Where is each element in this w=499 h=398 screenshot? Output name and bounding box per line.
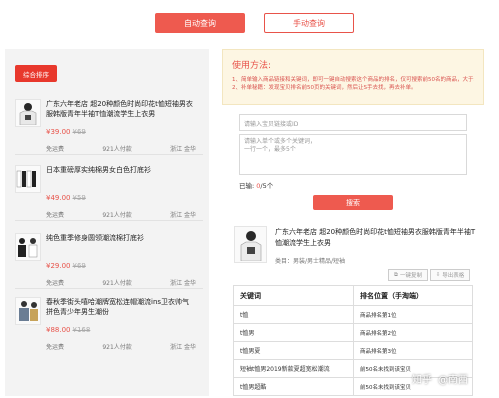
result-category: 类目：男装/男士精品/短袖 — [275, 258, 346, 265]
list-item[interactable]: 日本重磅厚实纯棉男女白色打底衫 ¥49.00 ¥59 免运费 921人付款 浙江 … — [15, 165, 203, 225]
original-price: ¥69 — [72, 128, 86, 136]
table-row: t恤男 商品排名第2位 — [233, 323, 473, 342]
buyers-text: 921人付款 — [102, 344, 132, 351]
keyword-cell: t恤 — [233, 305, 354, 324]
result-product-thumbnail — [234, 226, 267, 263]
search-button[interactable]: 搜索 — [313, 195, 393, 210]
keyword-cell: t恤男超酷 — [233, 377, 354, 396]
list-item[interactable]: 广东六年老店 超20种颜色时尚印花t恤短袖男衣服韩版青年半袖T恤潮流学生上衣男 … — [15, 99, 203, 159]
keyword-count: 已输: 0/5个 — [239, 182, 274, 190]
product-thumbnail — [15, 165, 41, 193]
shipping-text: 免运费 — [46, 280, 65, 287]
table-row: t恤 商品排名第1位 — [233, 305, 473, 324]
rank-cell: 商品排名第2位 — [353, 323, 473, 342]
shipping-text: 免运费 — [46, 146, 65, 153]
copy-icon: ⧉ — [394, 271, 398, 278]
column-header-rank: 排名位置（手淘端） — [353, 285, 473, 306]
product-title[interactable]: 日本重磅厚实纯棉男女白色打底衫 — [46, 165, 196, 175]
shipping-text: 免运费 — [46, 212, 65, 219]
product-meta: 免运费 921人付款 浙江 金华 — [46, 342, 196, 351]
help-line-1: 1、简单输入商品链接和关键词，即可一键自动搜索这个商品的排名，仅可搜索前50名的… — [232, 77, 474, 83]
divider — [15, 220, 203, 221]
location-text: 浙江 金华 — [170, 280, 196, 287]
divider — [15, 288, 203, 289]
product-price: ¥88.00 ¥168 — [46, 326, 91, 334]
help-box: 使用方法: 1、简单输入商品链接和关键词，即可一键自动搜索这个商品的排名，仅可搜… — [222, 49, 484, 105]
product-price: ¥29.00 ¥69 — [46, 262, 86, 270]
product-price: ¥49.00 ¥59 — [46, 194, 86, 202]
original-price: ¥59 — [72, 194, 86, 202]
list-item[interactable]: 纯色重季修身圆领潮流棉打底衫 ¥29.00 ¥69 免运费 921人付款 浙江 金… — [15, 233, 203, 293]
shipping-text: 免运费 — [46, 344, 65, 351]
export-icon: ⇩ — [435, 272, 441, 278]
keyword-cell: t恤男夏 — [233, 341, 354, 360]
keyword-cell: t恤男 — [233, 323, 354, 342]
watermark-user: @南西 — [438, 375, 468, 386]
location-text: 浙江 金华 — [170, 146, 196, 153]
column-header-keyword: 关键词 — [233, 285, 354, 306]
original-price: ¥69 — [72, 262, 86, 270]
copy-all-button[interactable]: ⧉ 一键复制 — [388, 269, 428, 281]
original-price: ¥168 — [72, 326, 91, 334]
buyers-text: 921人付款 — [102, 146, 132, 153]
rank-cell: 商品排名第1位 — [353, 305, 473, 324]
manual-query-button[interactable]: 手动查询 — [264, 13, 354, 33]
location-text: 浙江 金华 — [170, 344, 196, 351]
buyers-text: 921人付款 — [102, 212, 132, 219]
keywords-textarea[interactable]: 请输入单个或多个关键词， 一行一个，最多5个 — [239, 134, 467, 175]
product-title[interactable]: 广东六年老店 超20种颜色时尚印花t恤短袖男衣服韩版青年半袖T恤潮流学生上衣男 — [46, 99, 196, 119]
product-meta: 免运费 921人付款 浙江 金华 — [46, 278, 196, 287]
list-item[interactable]: 春秋季街头嘻哈潮牌宽松连帽潮流ins卫衣帅气拼色青少年男生潮份 ¥88.00 ¥1… — [15, 297, 203, 357]
product-url-input[interactable]: 请输入宝贝链接或ID — [239, 114, 467, 131]
table-header-row: 关键词 排名位置（手淘端） — [233, 285, 473, 306]
table-row: t恤男夏 商品排名第3位 — [233, 341, 473, 360]
auto-query-button[interactable]: 自动查询 — [155, 13, 245, 33]
keyword-cell: 短袖t恤男2019新款夏超宽松潮流 — [233, 359, 354, 378]
export-table-button[interactable]: ⇩ 导出表格 — [430, 269, 470, 281]
product-thumbnail — [15, 99, 41, 127]
product-title[interactable]: 纯色重季修身圆领潮流棉打底衫 — [46, 233, 196, 243]
divider — [15, 154, 203, 155]
watermark: 知乎 @南西 — [412, 371, 468, 386]
help-line-2: 2、补单秘籍：发现宝贝排名前50页的关键词，然后让S手去找，再去补单。 — [232, 85, 417, 91]
product-thumbnail — [15, 297, 41, 325]
query-tabs: 自动查询 手动查询 — [0, 0, 499, 44]
product-price: ¥39.00 ¥69 — [46, 128, 86, 136]
result-product-title[interactable]: 广东六年老店 超20种颜色时尚印花t恤短袖男衣服韩版青年半袖T恤潮流学生上衣男 — [275, 227, 480, 249]
buyers-text: 921人付款 — [102, 280, 132, 287]
rank-cell: 商品排名第3位 — [353, 341, 473, 360]
product-meta: 免运费 921人付款 浙江 金华 — [46, 144, 196, 153]
product-list-panel: 综合排序 广东六年老店 超20种颜色时尚印花t恤短袖男衣服韩版青年半袖T恤潮流学… — [5, 49, 209, 396]
watermark-brand: 知乎 — [412, 375, 432, 386]
product-title[interactable]: 春秋季街头嘻哈潮牌宽松连帽潮流ins卫衣帅气拼色青少年男生潮份 — [46, 297, 196, 317]
help-title: 使用方法: — [232, 61, 272, 71]
product-meta: 免运费 921人付款 浙江 金华 — [46, 210, 196, 219]
location-text: 浙江 金华 — [170, 212, 196, 219]
sort-button[interactable]: 综合排序 — [15, 65, 57, 82]
product-thumbnail — [15, 233, 41, 261]
